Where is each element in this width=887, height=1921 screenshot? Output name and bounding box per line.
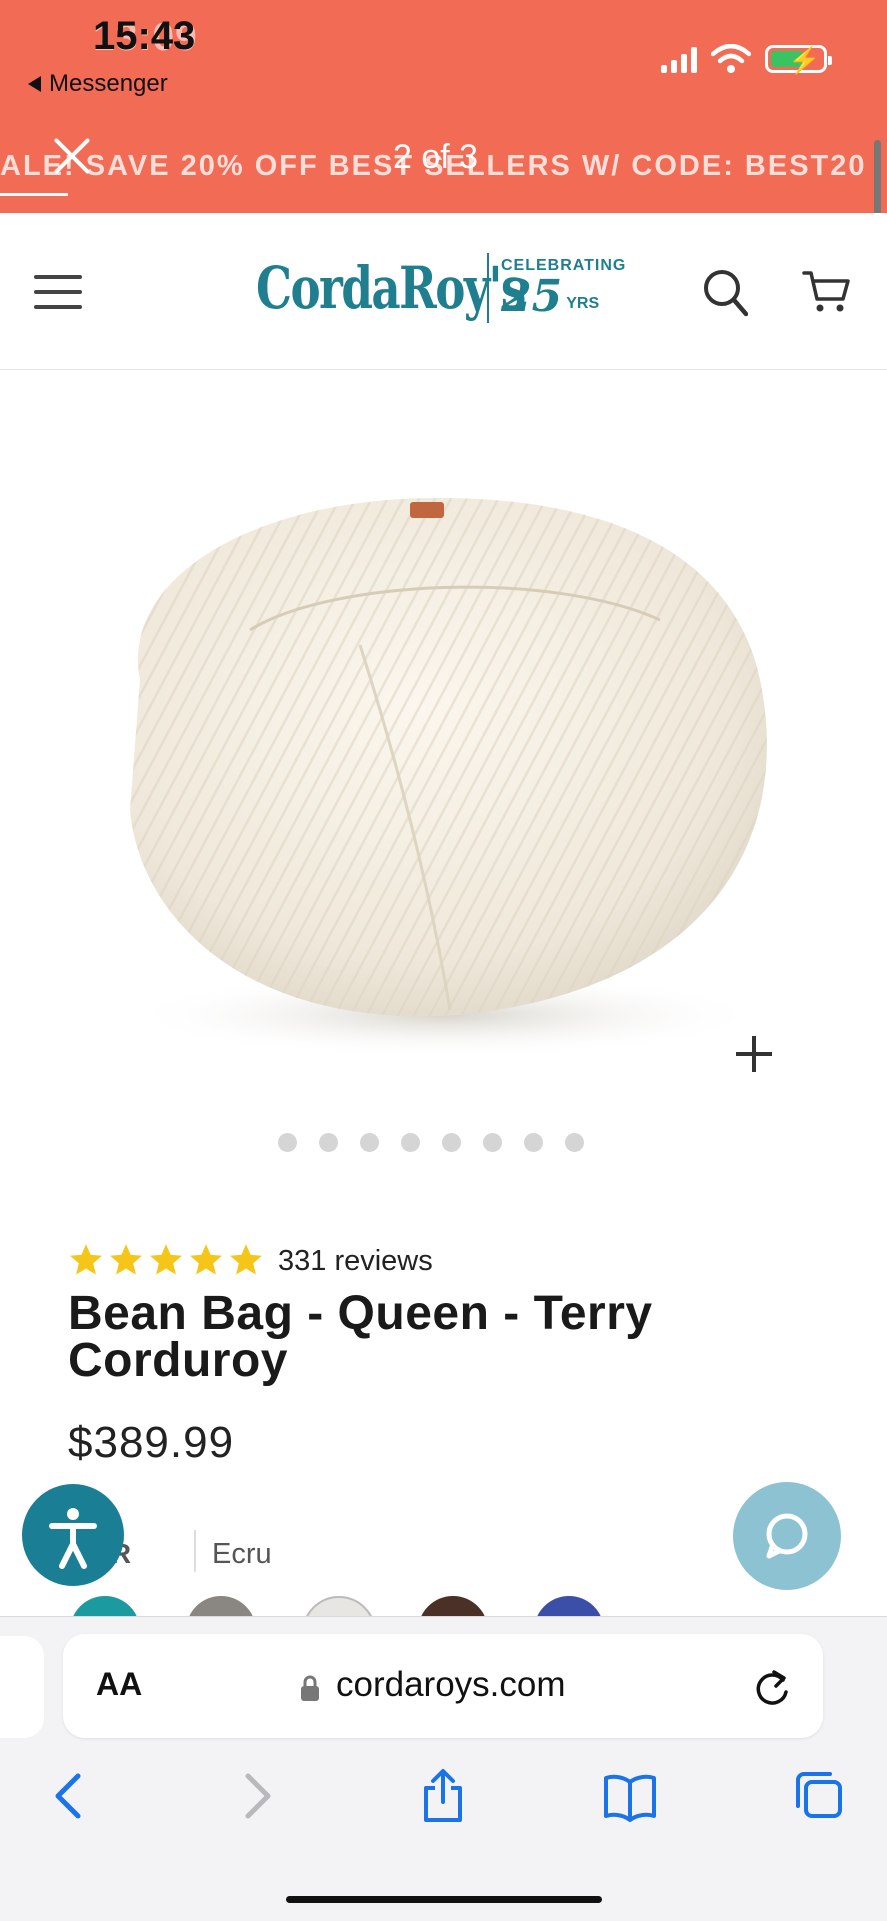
share-icon[interactable] (418, 1768, 468, 1824)
home-indicator[interactable] (286, 1896, 602, 1903)
color-swatch[interactable] (70, 1596, 140, 1616)
previous-tab-preview[interactable] (0, 1636, 44, 1738)
logo-wordmark: CordaRoy's (256, 254, 526, 322)
pagination-dot[interactable] (360, 1133, 379, 1152)
rating-stars[interactable] (68, 1242, 264, 1278)
color-swatch[interactable] (186, 1596, 256, 1616)
star-icon (110, 1244, 142, 1275)
back-app-label: Messenger (49, 70, 168, 97)
pagination-dot[interactable] (401, 1133, 420, 1152)
accessibility-icon (49, 1508, 97, 1569)
wifi-icon (711, 44, 751, 73)
lock-icon (301, 1675, 319, 1701)
back-to-app-link[interactable]: Messenger (28, 70, 168, 98)
cart-icon[interactable] (802, 267, 850, 315)
pagination-dot[interactable] (319, 1133, 338, 1152)
star-icon (150, 1244, 182, 1275)
product-price: $389.99 (68, 1418, 235, 1467)
color-swatch[interactable] (302, 1596, 376, 1616)
pagination-dot[interactable] (278, 1133, 297, 1152)
status-icons: ⚡ (661, 44, 832, 75)
photo-counter: 2 of 3 (393, 138, 479, 176)
color-swatch[interactable] (534, 1596, 604, 1616)
reload-icon[interactable] (752, 1666, 792, 1708)
url-text[interactable]: cordaroys.com (336, 1665, 566, 1705)
color-divider (194, 1530, 196, 1572)
site-logo[interactable]: CordaRoy's CELEBRATING 25 YRS (256, 253, 626, 323)
promo-underline (0, 193, 68, 196)
color-value: Ecru (212, 1538, 272, 1570)
menu-icon[interactable] (34, 275, 82, 309)
forward-icon[interactable] (232, 1768, 282, 1824)
star-icon (190, 1244, 222, 1275)
battery-icon: ⚡ (765, 45, 832, 75)
pagination-dot[interactable] (442, 1133, 461, 1152)
star-icon (70, 1244, 102, 1275)
product-image[interactable] (100, 470, 790, 1070)
site-header: CordaRoy's CELEBRATING 25 YRS (0, 213, 887, 370)
back-arrow-icon (28, 76, 41, 92)
status-time: 15:43 (93, 14, 196, 58)
logo-yrs: YRS (566, 295, 600, 312)
image-pagination[interactable] (278, 1133, 584, 1152)
pagination-dot[interactable] (524, 1133, 543, 1152)
cellular-signal-icon (661, 45, 697, 73)
star-icon (230, 1244, 262, 1275)
color-swatch[interactable] (418, 1596, 488, 1616)
zoom-plus-icon[interactable] (734, 1034, 774, 1074)
text-size-button[interactable]: AA (96, 1666, 142, 1703)
pagination-dot[interactable] (483, 1133, 502, 1152)
pagination-dot[interactable] (565, 1133, 584, 1152)
color-swatches (68, 1596, 887, 1616)
search-icon[interactable] (702, 268, 748, 318)
bookmarks-icon[interactable] (602, 1768, 658, 1824)
back-icon[interactable] (44, 1768, 94, 1824)
product-title: Bean Bag - Queen - Terry Corduroy (68, 1287, 653, 1387)
chat-bubble-icon (766, 1513, 808, 1559)
reviews-link[interactable]: 331 reviews (278, 1245, 433, 1278)
tabs-icon[interactable] (792, 1768, 846, 1824)
chat-button[interactable] (733, 1482, 841, 1590)
accessibility-button[interactable] (22, 1484, 124, 1586)
